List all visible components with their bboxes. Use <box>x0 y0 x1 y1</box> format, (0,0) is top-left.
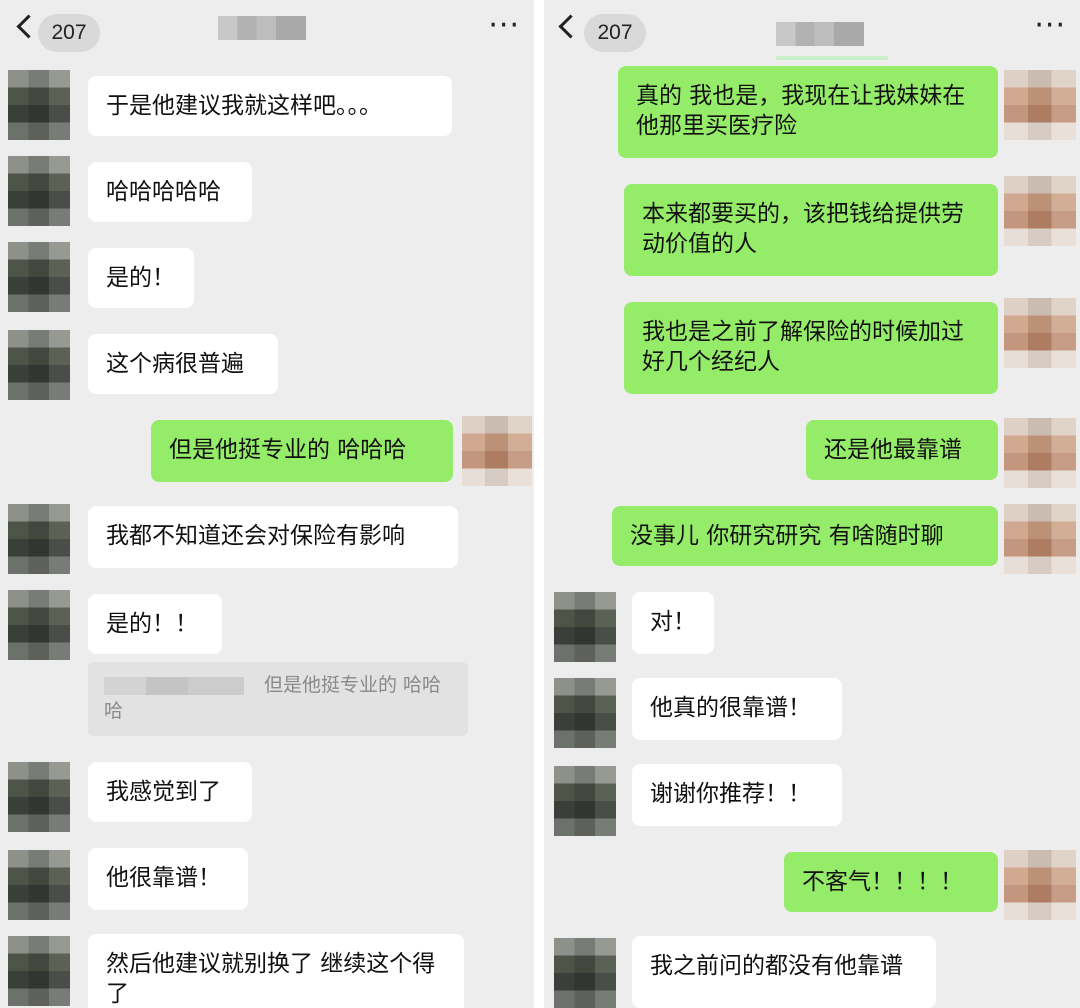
outgoing-message: 本来都要买的，该把钱给提供劳动价值的人 <box>624 184 998 276</box>
chat-header: 207 ··· <box>544 0 1080 58</box>
incoming-message: 然后他建议就别换了 继续这个得了 <box>88 934 464 1008</box>
contact-avatar[interactable] <box>554 678 616 748</box>
my-avatar[interactable] <box>1004 70 1076 140</box>
outgoing-message: 但是他挺专业的 哈哈哈 <box>151 420 453 482</box>
incoming-message: 我感觉到了 <box>88 762 252 822</box>
my-avatar[interactable] <box>1004 176 1076 246</box>
contact-avatar[interactable] <box>8 762 70 832</box>
header-divider <box>776 56 888 60</box>
contact-avatar[interactable] <box>8 70 70 140</box>
incoming-message: 哈哈哈哈哈 <box>88 162 252 222</box>
incoming-message: 于是他建议我就这样吧。。。 <box>88 76 452 136</box>
contact-avatar[interactable] <box>8 504 70 574</box>
my-avatar[interactable] <box>1004 298 1076 368</box>
incoming-message: 是的！！ <box>88 594 222 654</box>
contact-avatar[interactable] <box>8 850 70 920</box>
contact-avatar[interactable] <box>8 156 70 226</box>
left-chat-panel: 207 ··· 于是他建议我就这样吧。。。 哈哈哈哈哈 是的！ 这个病很普遍 但… <box>0 0 534 1008</box>
incoming-message: 是的！ <box>88 248 194 308</box>
contact-avatar[interactable] <box>8 242 70 312</box>
chat-title-blurred <box>218 16 306 40</box>
incoming-message: 他真的很靠谱！ <box>632 678 842 740</box>
my-avatar[interactable] <box>1004 418 1076 488</box>
outgoing-message: 真的 我也是，我现在让我妹妹在他那里买医疗险 <box>618 66 998 158</box>
chat-title-blurred <box>776 22 864 46</box>
outgoing-message: 不客气！！！！ <box>784 852 998 912</box>
contact-avatar[interactable] <box>8 330 70 400</box>
contact-avatar[interactable] <box>8 590 70 660</box>
my-avatar[interactable] <box>1004 504 1076 574</box>
incoming-message: 谢谢你推荐！！ <box>632 764 842 826</box>
quoted-message[interactable]: 但是他挺专业的 哈哈哈 <box>88 662 468 736</box>
quoted-sender-blurred <box>104 676 244 695</box>
outgoing-message: 我也是之前了解保险的时候加过好几个经纪人 <box>624 302 998 394</box>
contact-avatar[interactable] <box>554 592 616 662</box>
incoming-message: 这个病很普遍 <box>88 334 278 394</box>
back-arrow-icon[interactable] <box>558 14 583 39</box>
contact-avatar[interactable] <box>8 936 70 1006</box>
chat-header: 207 ··· <box>0 0 534 58</box>
back-arrow-icon[interactable] <box>16 14 41 39</box>
contact-avatar[interactable] <box>554 766 616 836</box>
incoming-message: 我之前问的都没有他靠谱 <box>632 936 936 1008</box>
incoming-message: 他很靠谱！ <box>88 848 248 910</box>
contact-avatar[interactable] <box>554 938 616 1008</box>
incoming-message: 我都不知道还会对保险有影响 <box>88 506 458 568</box>
outgoing-message: 没事儿 你研究研究 有啥随时聊 <box>612 506 998 566</box>
incoming-message: 对！ <box>632 592 714 654</box>
outgoing-message: 还是他最靠谱 <box>806 420 998 480</box>
my-avatar[interactable] <box>1004 850 1076 920</box>
more-options-icon[interactable]: ··· <box>488 11 520 41</box>
more-options-icon[interactable]: ··· <box>1034 11 1066 41</box>
right-chat-panel: 207 ··· 真的 我也是，我现在让我妹妹在他那里买医疗险 本来都要买的，该把… <box>544 0 1080 1008</box>
my-avatar[interactable] <box>462 416 532 486</box>
unread-count-badge[interactable]: 207 <box>38 14 100 52</box>
unread-count-badge[interactable]: 207 <box>584 14 646 52</box>
